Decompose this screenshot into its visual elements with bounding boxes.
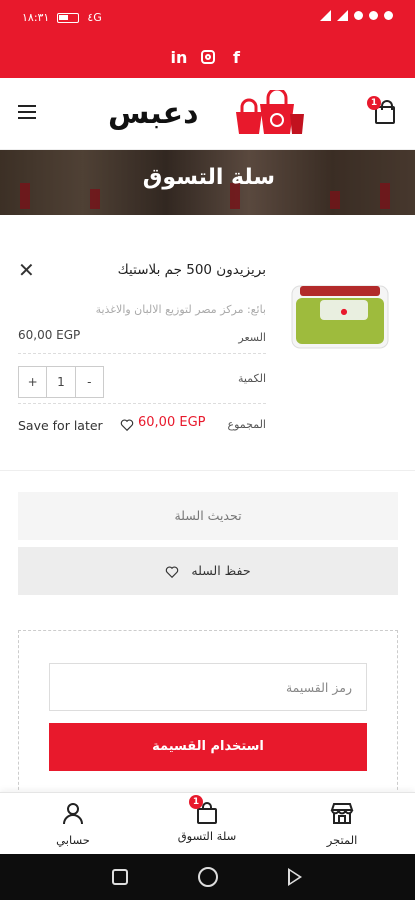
signal-icon-2 — [337, 10, 348, 21]
status-bar: ١٨:٣١ ٤G — [0, 0, 415, 36]
site-header: دعبس 1 — [0, 78, 415, 150]
nav-cart-label: سلة التسوق — [177, 829, 237, 843]
coupon-input[interactable] — [49, 663, 367, 711]
logo-bags-icon — [236, 90, 304, 134]
nav-store-label: المتجر — [326, 833, 358, 847]
instagram-icon[interactable] — [200, 50, 215, 64]
quantity-stepper[interactable]: + 1 - — [18, 366, 104, 398]
app-notification-icon — [369, 11, 378, 20]
nav-cart-icon-wrap: 1 — [189, 795, 219, 825]
nav-cart[interactable]: 1 سلة التسوق — [157, 795, 257, 843]
line-total: 60,00 EGP — [138, 415, 206, 430]
store-icon — [330, 803, 354, 824]
linkedin-icon[interactable]: in — [171, 48, 188, 67]
coupon-section: استخدام القسيمة — [18, 630, 398, 800]
header-cart-icon[interactable]: 1 — [367, 96, 395, 124]
social-bar: in f — [0, 36, 415, 78]
recent-apps-button[interactable] — [112, 869, 128, 885]
qty-plus-button[interactable]: + — [19, 367, 46, 397]
nav-store[interactable]: المتجر — [292, 801, 392, 847]
battery-icon — [57, 12, 80, 23]
price-label: السعر — [238, 331, 266, 344]
save-cart-button[interactable]: حفظ السله — [18, 547, 398, 595]
logo-text: دعبس — [108, 96, 200, 131]
nav-account[interactable]: حسابي — [23, 801, 123, 847]
update-cart-button[interactable]: تحديث السلة — [18, 492, 398, 540]
cloud-icon — [384, 11, 393, 20]
save-for-later-link[interactable]: Save for later — [18, 418, 103, 433]
remove-item-icon[interactable]: ✕ — [18, 260, 35, 280]
clock: ١٨:٣١ — [22, 11, 50, 24]
network-type: ٤G — [87, 11, 102, 24]
facebook-icon[interactable]: f — [229, 48, 245, 67]
qty-minus-button[interactable]: - — [76, 367, 103, 397]
system-nav-bar — [0, 854, 415, 900]
unit-price: 60,00 EGP — [18, 328, 81, 342]
save-cart-label: حفظ السله — [191, 563, 251, 578]
logo[interactable]: دعبس — [108, 90, 308, 140]
cart-item: ✕ بريزيدون 500 جم بلاستيك بائع: مركز مصر… — [18, 250, 398, 450]
hamburger-icon[interactable] — [18, 105, 36, 119]
home-button[interactable] — [198, 867, 218, 887]
product-image[interactable]: ● — [280, 278, 398, 358]
heart-icon — [166, 565, 179, 578]
price-row: 60,00 EGP السعر — [18, 320, 266, 354]
divider — [0, 470, 415, 471]
status-right — [320, 10, 393, 21]
notification-icon — [354, 11, 363, 20]
page-title: سلة التسوق — [142, 165, 275, 190]
heart-icon[interactable] — [120, 418, 134, 432]
signal-icon — [320, 10, 331, 21]
svg-text:●: ● — [341, 307, 348, 316]
qty-value[interactable]: 1 — [46, 367, 76, 397]
cart-count-badge: 1 — [367, 96, 381, 110]
apply-coupon-button[interactable]: استخدام القسيمة — [49, 723, 367, 771]
bottom-nav: حسابي 1 سلة التسوق المتجر — [0, 792, 415, 854]
page-banner: سلة التسوق — [0, 150, 415, 215]
nav-cart-badge: 1 — [189, 795, 203, 809]
status-left: ١٨:٣١ ٤G — [22, 11, 102, 24]
product-name[interactable]: بريزيدون 500 جم بلاستيك — [118, 262, 266, 278]
user-icon — [63, 803, 83, 825]
product-seller: بائع: مركز مصر لتوزيع الالبان والاغذية — [95, 303, 266, 316]
total-label: المجموع — [227, 418, 266, 431]
nav-account-label: حسابي — [56, 833, 90, 847]
quantity-label: الكمية — [237, 372, 266, 385]
back-button[interactable] — [288, 868, 302, 886]
